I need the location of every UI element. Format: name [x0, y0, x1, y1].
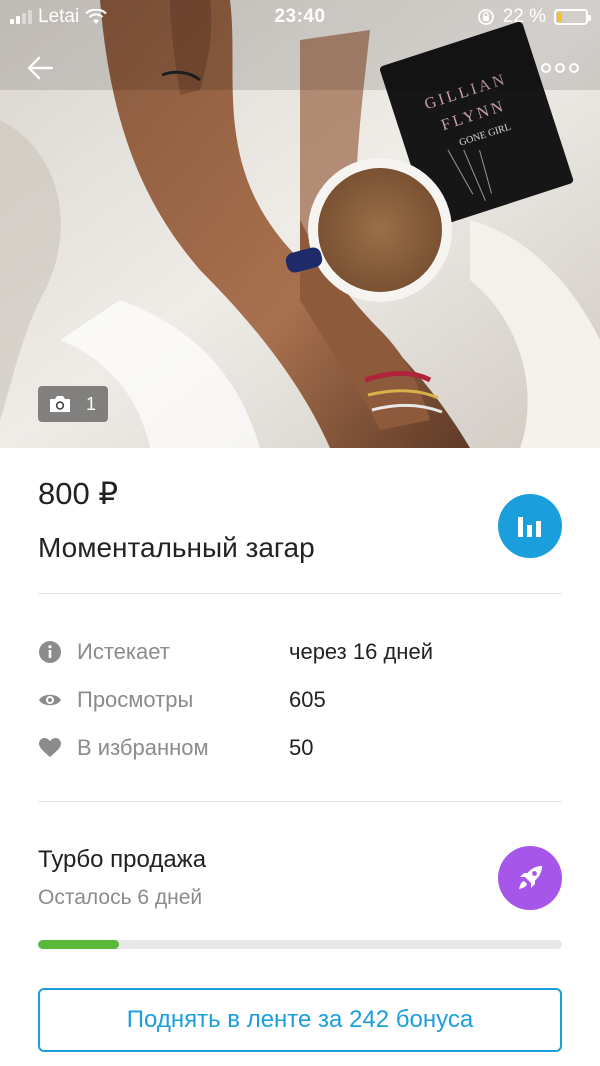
turbo-sale-progress: [38, 940, 562, 949]
eye-icon: [39, 694, 61, 706]
info-icon: [39, 641, 61, 663]
info-row-favorites: В избранном 50: [38, 733, 562, 763]
info-row-views: Просмотры 605: [38, 685, 562, 715]
info-label: Просмотры: [77, 687, 194, 712]
info-label: Истекает: [77, 639, 170, 664]
more-options-button[interactable]: [538, 56, 582, 80]
turbo-sale-remaining: Осталось 6 дней: [38, 886, 203, 909]
info-row-expires: Истекает через 16 дней: [38, 637, 562, 667]
battery-icon: [554, 9, 591, 25]
info-label: В избранном: [77, 735, 209, 760]
listing-title: Моментальный загар: [38, 532, 315, 563]
heart-icon: [39, 738, 61, 757]
back-button[interactable]: [22, 50, 62, 86]
arrow-left-icon: [27, 56, 54, 80]
photo-counter: 1: [38, 386, 109, 422]
status-bar: Letai 23:40 22 %: [0, 0, 600, 34]
listing-price: 800 ₽: [38, 476, 119, 511]
info-value: 50: [289, 735, 314, 760]
battery-fill: [557, 12, 562, 22]
turbo-sale-title: Турбо продажа: [38, 846, 207, 873]
turbo-sale-progress-fill: [38, 940, 120, 949]
camera-icon: [50, 396, 70, 412]
raise-in-feed-button[interactable]: Поднять в ленте за 242 бонуса: [38, 988, 562, 1052]
more-horizontal-icon: [541, 63, 579, 73]
info-value: через 16 дней: [289, 639, 433, 664]
listing-photo-image: GILLIAN FLYNN GONE GIRL: [0, 0, 600, 448]
photo-count: 1: [86, 393, 97, 414]
listing-photo[interactable]: GILLIAN FLYNN GONE GIRL Letai 23:40 22 %…: [0, 0, 600, 448]
divider: [38, 593, 562, 594]
battery-percent: 22 %: [502, 6, 546, 27]
info-value: 605: [289, 687, 326, 712]
turbo-sale-button[interactable]: [498, 846, 562, 910]
bar-chart-icon: [518, 517, 541, 537]
statistics-button[interactable]: [498, 494, 562, 558]
orientation-lock-icon: [477, 9, 494, 25]
divider: [38, 801, 562, 802]
rocket-icon: [519, 866, 542, 889]
